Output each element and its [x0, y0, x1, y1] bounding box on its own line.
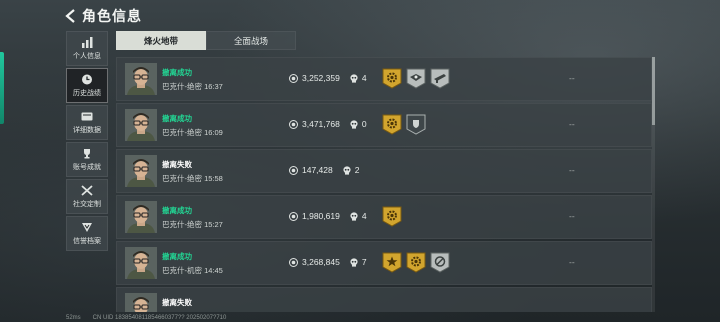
- result-label: 撤离失败: [162, 298, 192, 307]
- tab-1[interactable]: 全面战场: [206, 31, 296, 50]
- map-time-label: 巴克什-绝密 16:37: [162, 82, 223, 91]
- clock-icon: [82, 74, 92, 84]
- sidebar-item-4[interactable]: 社交定制: [66, 179, 108, 214]
- medal-list: [382, 114, 426, 135]
- value-amount: 3,252,359: [302, 73, 340, 83]
- value-group: 1,980,619 4: [289, 211, 367, 221]
- map-time-label: 巴克什-机密 14:45: [162, 266, 223, 275]
- value-amount: 147,428: [302, 165, 333, 175]
- page-header: 角色信息: [64, 6, 142, 26]
- result-label: 撤离失败: [162, 160, 192, 169]
- coin-icon: [289, 165, 298, 175]
- uid-readout: CN UID 1838540811854660377?? 20250207?71…: [92, 315, 227, 321]
- skull-icon: [350, 211, 358, 221]
- kill-count: 2: [354, 165, 360, 175]
- gold-cog-medal-icon[interactable]: [382, 68, 402, 89]
- map-time-label: 巴克什-绝密 15:58: [162, 174, 223, 183]
- sidebar-item-label: 详细数据: [73, 126, 101, 134]
- gold-cog-medal-icon[interactable]: [382, 114, 402, 135]
- side-navigation: 个人信息历史战绩详细数据账号成就社交定制信誉档案: [66, 31, 108, 253]
- coin-icon: [289, 257, 298, 267]
- sidebar-item-label: 信誉档案: [73, 237, 101, 245]
- match-row[interactable]: 撤离失败: [116, 287, 652, 312]
- page-title: 角色信息: [82, 8, 142, 24]
- skull-icon: [343, 165, 351, 175]
- kill-count: 7: [361, 257, 367, 267]
- sidebar-item-label: 个人信息: [73, 52, 101, 60]
- coin-icon: [289, 73, 298, 83]
- side-accent-bar: [0, 52, 4, 124]
- match-history-list: 撤离成功 巴克什-绝密 16:37 3,252,359 4 -- 撤离成功 巴克什-绝密 1…: [116, 57, 652, 312]
- card-icon: [81, 112, 93, 120]
- kill-count: 4: [361, 211, 367, 221]
- silver-winged-medal-icon[interactable]: [406, 68, 426, 89]
- kill-count: 4: [361, 73, 367, 83]
- shield-icon: [82, 222, 92, 232]
- avatar: [125, 155, 157, 187]
- sidebar-item-label: 社交定制: [73, 200, 101, 208]
- gold-cog-medal-icon[interactable]: [406, 252, 426, 273]
- avatar: [125, 293, 157, 312]
- extra-stat: --: [569, 119, 575, 129]
- coin-icon: [289, 211, 298, 221]
- coin-icon: [289, 119, 298, 129]
- kill-count: 0: [361, 119, 367, 129]
- medal-list: [382, 252, 450, 273]
- value-amount: 3,268,845: [302, 257, 340, 267]
- extra-stat: --: [569, 73, 575, 83]
- skull-icon: [350, 119, 358, 129]
- value-amount: 3,471,768: [302, 119, 340, 129]
- sidebar-item-label: 账号成就: [73, 163, 101, 171]
- scrollbar-thumb[interactable]: [652, 57, 655, 125]
- sidebar-item-label: 历史战绩: [73, 89, 101, 97]
- match-row[interactable]: 撤离成功巴克什-绝密 16:09 3,471,768 0 --: [116, 103, 652, 147]
- sidebar-item-3[interactable]: 账号成就: [66, 142, 108, 177]
- match-row[interactable]: 撤离成功巴克什-绝密 16:37 3,252,359 4 --: [116, 57, 652, 101]
- sidebar-item-1[interactable]: 历史战绩: [66, 68, 108, 103]
- avatar: [125, 109, 157, 141]
- gold-star-medal-icon[interactable]: [382, 252, 402, 273]
- result-label: 撤离成功: [162, 206, 192, 215]
- status-bar: 52ms CN UID 1838540811854660377?? 202502…: [66, 315, 226, 321]
- extra-stat: --: [569, 165, 575, 175]
- match-row[interactable]: 撤离成功巴克什-机密 14:45 3,268,845 7 --: [116, 241, 652, 285]
- value-amount: 1,980,619: [302, 211, 340, 221]
- map-time-label: 巴克什-绝密 16:09: [162, 128, 223, 137]
- ping-readout: 52ms: [66, 315, 81, 321]
- avatar: [125, 201, 157, 233]
- extra-stat: --: [569, 257, 575, 267]
- avatar: [125, 247, 157, 279]
- match-row[interactable]: 撤离失败巴克什-绝密 15:58 147,428 2 --: [116, 149, 652, 193]
- avatar: [125, 63, 157, 95]
- gold-cog-medal-icon[interactable]: [382, 206, 402, 227]
- silver-gun-medal-icon[interactable]: [430, 68, 450, 89]
- tab-0[interactable]: 烽火地带: [116, 31, 206, 50]
- sidebar-item-2[interactable]: 详细数据: [66, 105, 108, 140]
- mode-tabs: 烽火地带 全面战场: [116, 31, 296, 50]
- trophy-icon: [84, 148, 90, 158]
- bar-chart-icon: [82, 36, 93, 48]
- value-group: 3,268,845 7: [289, 257, 367, 267]
- result-label: 撤离成功: [162, 114, 192, 123]
- medal-list: [382, 68, 450, 89]
- skull-icon: [350, 73, 358, 83]
- silver-slash-medal-icon[interactable]: [430, 252, 450, 273]
- skull-icon: [350, 257, 358, 267]
- result-label: 撤离成功: [162, 252, 192, 261]
- sidebar-item-5[interactable]: 信誉档案: [66, 216, 108, 251]
- match-row[interactable]: 撤离成功巴克什-绝密 15:27 1,980,619 4 --: [116, 195, 652, 239]
- sidebar-item-0[interactable]: 个人信息: [66, 31, 108, 66]
- back-arrow-icon[interactable]: [64, 9, 76, 23]
- extra-stat: --: [569, 211, 575, 221]
- value-group: 3,471,768 0: [289, 119, 367, 129]
- tools-icon: [81, 184, 93, 196]
- value-group: 147,428 2: [289, 165, 359, 175]
- dark-shield-medal-icon[interactable]: [406, 114, 426, 135]
- list-scrollbar[interactable]: [652, 57, 655, 312]
- medal-list: [382, 206, 402, 227]
- map-time-label: 巴克什-绝密 15:27: [162, 220, 223, 229]
- result-label: 撤离成功: [162, 68, 192, 77]
- value-group: 3,252,359 4: [289, 73, 367, 83]
